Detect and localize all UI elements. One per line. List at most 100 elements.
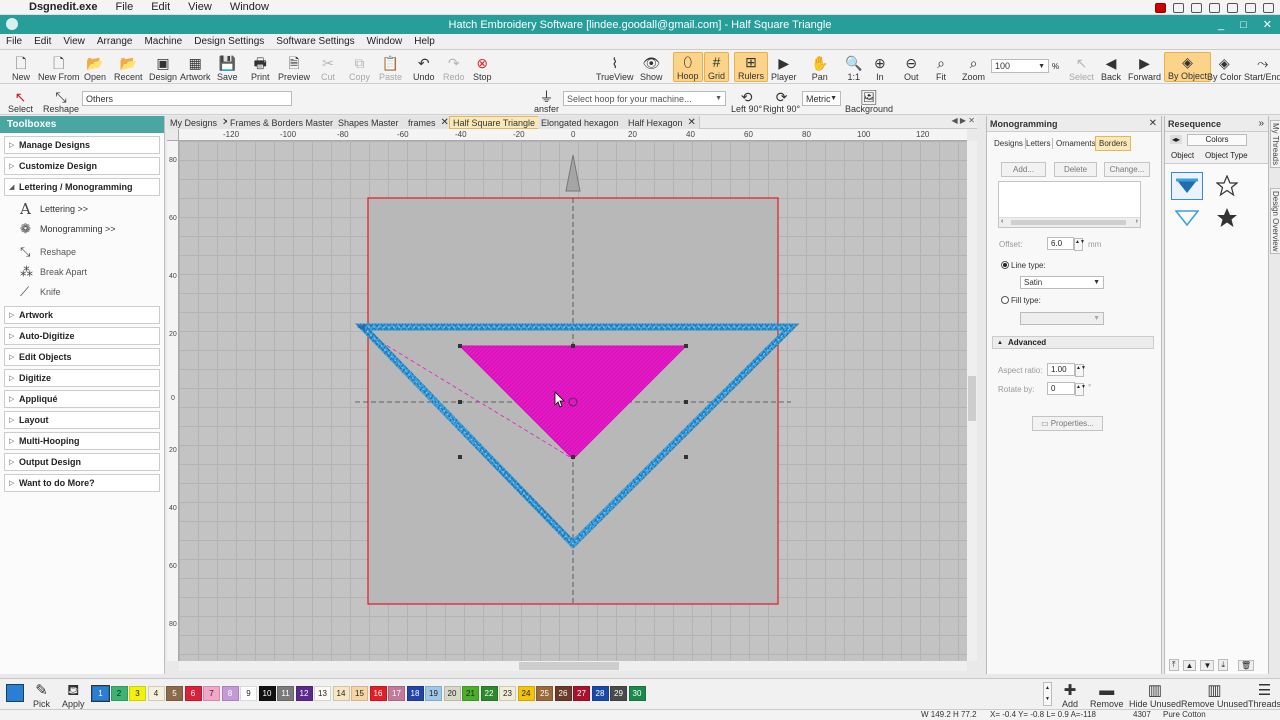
hoop-button[interactable]: ⬯ Hoop — [673, 52, 703, 82]
rotate-left-90-button[interactable]: ⟲ Left 90° — [731, 86, 762, 114]
color-swatch[interactable]: 26 — [554, 686, 572, 701]
color-swatch[interactable]: 23 — [499, 686, 516, 701]
color-swatch[interactable]: 24 — [517, 686, 535, 701]
status-icon[interactable] — [1173, 2, 1184, 13]
open-button[interactable]: 📂 Open — [84, 52, 106, 83]
break-apart-tool[interactable]: ⁂ Break Apart — [0, 262, 164, 282]
zoom-1to1-button[interactable]: 🔍 1:1 — [845, 52, 862, 83]
rotate-by-field[interactable]: 0 ▲▼ — [1047, 382, 1086, 396]
borders-list[interactable]: ‹ › — [998, 181, 1141, 228]
color-swatch[interactable]: 17 — [388, 686, 405, 701]
fill-type-select[interactable]: ▼ — [1020, 312, 1104, 325]
rotate-right-90-button[interactable]: ⟳ Right 90° — [763, 86, 800, 114]
collapse-all-icon[interactable]: ◂▸ — [1170, 135, 1183, 144]
tab-designs[interactable]: Designs — [992, 138, 1026, 149]
mac-app-name[interactable]: Dsgnedit.exe — [20, 1, 106, 13]
move-bottom-icon[interactable]: ⤓ — [1218, 659, 1228, 671]
color-swatch[interactable]: 19 — [425, 686, 442, 701]
toolbox-multi-hooping[interactable]: ▷ Multi-Hooping — [4, 432, 160, 450]
by-color-button[interactable]: ◈ By Color — [1207, 52, 1242, 83]
zoom-button[interactable]: ⌕ Zoom — [962, 52, 985, 83]
grid-button[interactable]: # Grid — [704, 52, 730, 82]
color-swatch[interactable]: 7 — [203, 686, 220, 701]
color-swatch[interactable]: 16 — [369, 686, 387, 701]
move-top-icon[interactable]: ⤒ — [1169, 659, 1179, 671]
color-swatch[interactable]: 20 — [443, 686, 461, 701]
vertical-scroll-thumb[interactable] — [968, 376, 976, 421]
color-swatch[interactable]: 12 — [295, 686, 313, 701]
tab-ornaments[interactable]: Ornaments — [1054, 138, 1099, 149]
background-button[interactable]: 🖼 Background — [845, 86, 893, 114]
remove-unused-button[interactable]: ▥ Remove Unused — [1181, 681, 1248, 710]
color-swatch[interactable]: 5 — [166, 686, 183, 701]
threads-button[interactable]: ☰ Threads — [1248, 681, 1280, 710]
zoom-out-button[interactable]: ⊖ Out — [904, 52, 919, 83]
tab-my-threads[interactable]: My Threads — [1270, 120, 1280, 169]
tab-scroll-arrows[interactable]: ◀ ▶ ✕ — [952, 116, 975, 125]
mac-menu-view[interactable]: View — [179, 1, 221, 13]
others-field[interactable]: Others — [82, 91, 292, 106]
tab-borders[interactable]: Borders — [1095, 136, 1132, 151]
color-swatch[interactable]: 27 — [573, 686, 590, 701]
cut-button[interactable]: ✂ Cut — [321, 52, 335, 83]
color-swatch[interactable]: 18 — [406, 686, 424, 701]
zoom-in-button[interactable]: ⊕ In — [874, 52, 886, 83]
aspect-ratio-field[interactable]: 1.00 ▲▼ — [1047, 363, 1086, 377]
line-type-radio[interactable] — [1001, 261, 1009, 269]
knife-tool[interactable]: ⟋ Knife — [0, 282, 164, 302]
menu-view[interactable]: View — [57, 36, 91, 47]
expand-panel-icon[interactable]: » — [1258, 118, 1264, 129]
add-border-button[interactable]: Add... — [1001, 162, 1046, 177]
select-object-button[interactable]: ↖ Select — [1069, 52, 1094, 83]
menu-design-settings[interactable]: Design Settings — [188, 36, 270, 47]
zoom-level-field[interactable]: 100 ▼ — [991, 59, 1049, 73]
toolbox-artwork[interactable]: ▷ Artwork — [4, 306, 160, 324]
color-swatch[interactable]: 1 — [91, 685, 110, 702]
tab-design-overview[interactable]: Design Overview — [1270, 188, 1280, 255]
stop-button[interactable]: ⊗ Stop — [473, 52, 492, 83]
spinner-icon[interactable]: ▲▼ — [1074, 238, 1085, 251]
mac-menu-file[interactable]: File — [106, 1, 142, 13]
tab-half-hexagon[interactable]: Half Hexagon ✕ — [625, 116, 700, 129]
redo-button[interactable]: ↷ Redo — [443, 52, 465, 83]
by-object-button[interactable]: ◈ By Object — [1164, 52, 1212, 82]
status-icon[interactable] — [1209, 2, 1220, 13]
maximize-button[interactable]: □ — [1240, 19, 1247, 31]
save-button[interactable]: 💾 Save — [217, 52, 238, 83]
control-center-icon[interactable] — [1263, 2, 1274, 13]
tab-object-type[interactable]: Object Type — [1205, 151, 1248, 160]
color-swatch[interactable]: 4 — [147, 686, 165, 701]
sequence-item-star[interactable] — [1211, 172, 1243, 200]
add-thread-button[interactable]: ✚ Add — [1062, 681, 1078, 710]
apply-button[interactable]: ⛾ Apply — [62, 681, 85, 710]
sequence-item-outline-triangle[interactable] — [1171, 204, 1203, 232]
hide-unused-button[interactable]: ▥ Hide Unused — [1129, 681, 1181, 710]
pan-button[interactable]: ✋ Pan — [811, 52, 828, 83]
new-from-button[interactable]: 🗋 New From — [38, 52, 80, 83]
toolbox-edit-objects[interactable]: ▷ Edit Objects — [4, 348, 160, 366]
tab-frames-borders-master[interactable]: Frames & Borders Master✕ — [227, 116, 351, 129]
hoop-select[interactable]: Select hoop for your machine... ▼ — [563, 91, 726, 106]
player-button[interactable]: ▶ Player — [771, 52, 797, 83]
close-icon[interactable]: ✕ — [688, 117, 696, 128]
monogramming-tool[interactable]: ❁ Monogramming >> — [0, 219, 164, 239]
palette-scroll[interactable]: ▲ ▼ — [1043, 682, 1052, 706]
new-button[interactable]: 🗋 New — [12, 52, 30, 83]
color-swatch[interactable]: 2 — [110, 686, 128, 701]
reshape-tool-button[interactable]: ⤡ Reshape — [43, 86, 79, 114]
color-swatch[interactable]: 21 — [462, 686, 479, 701]
delete-border-button[interactable]: Delete — [1054, 162, 1097, 177]
trueview-button[interactable]: ⌇ TrueView — [596, 52, 634, 83]
mac-menu-edit[interactable]: Edit — [142, 1, 179, 13]
tab-shapes-master[interactable]: Shapes Master✕ — [335, 116, 416, 129]
sequence-item-filled-triangle[interactable] — [1171, 172, 1203, 200]
menu-file[interactable]: File — [0, 36, 28, 47]
color-swatch[interactable]: 15 — [351, 686, 368, 701]
undo-button[interactable]: ↶ Undo — [413, 52, 435, 83]
toolbox-want-more[interactable]: ▷ Want to do More? — [4, 474, 160, 492]
toolbox-digitize[interactable]: ▷ Digitize — [4, 369, 160, 387]
artwork-button[interactable]: ▦ Artwork — [180, 52, 211, 83]
pick-button[interactable]: ✎ Pick — [33, 681, 50, 710]
tab-half-square-triangle[interactable]: Half Square Triangle✕ — [449, 116, 553, 129]
close-icon[interactable]: ✕ — [441, 117, 449, 128]
